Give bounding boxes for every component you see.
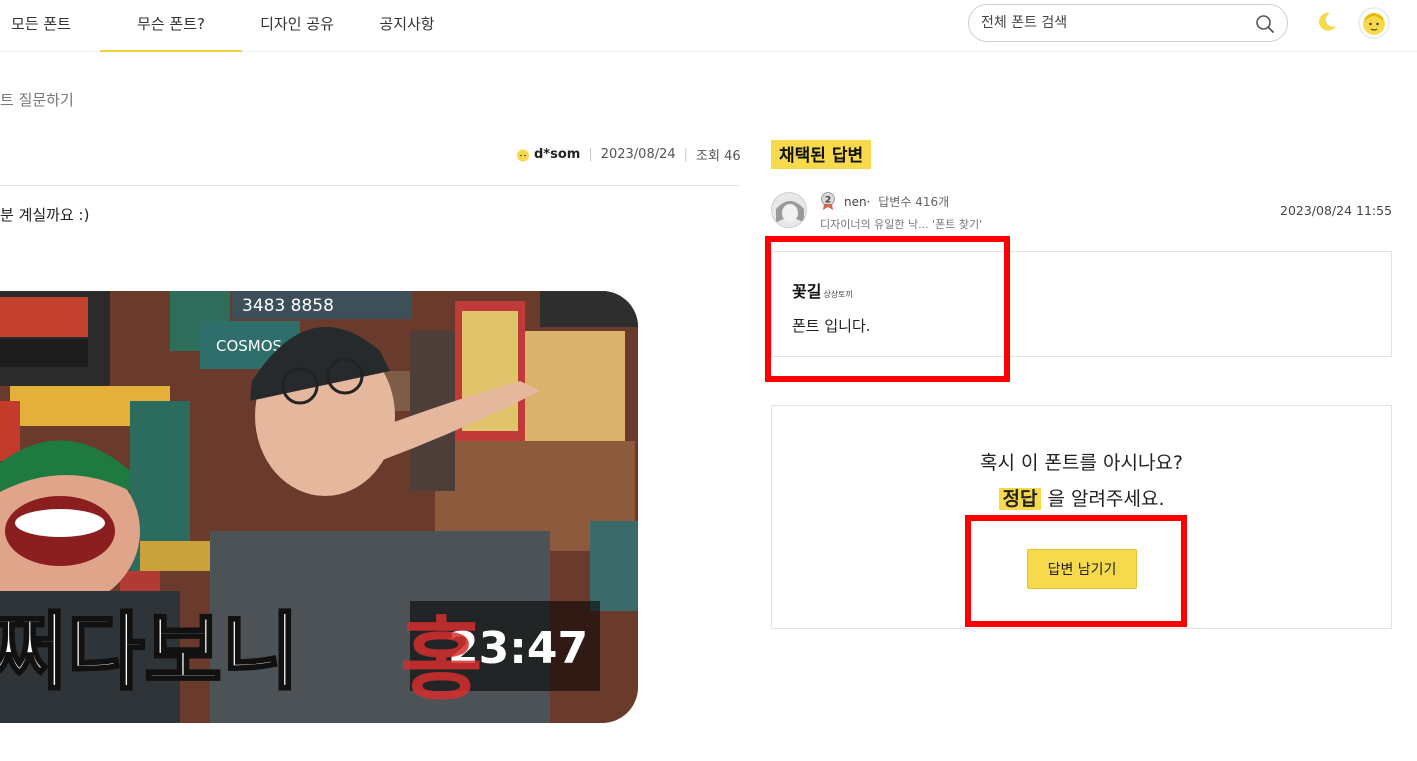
post-date: 2023/08/24 — [600, 147, 676, 162]
accepted-answer-title: 채택된 답변 — [771, 140, 872, 169]
user-avatar[interactable] — [1358, 7, 1390, 39]
search-input[interactable] — [981, 5, 1251, 41]
author-avatar-icon — [517, 149, 529, 161]
nav-all-fonts[interactable]: 모든 폰트 — [0, 0, 82, 52]
video-title-overlay: 쩌다보니 — [0, 603, 299, 701]
search-icon[interactable] — [1255, 14, 1275, 34]
meta-separator: | — [588, 147, 593, 162]
post-image: 3483 8858 COSMOS 23:47 쩌다보니 홍 — [0, 291, 638, 723]
post-divider — [0, 185, 740, 186]
prompt-question: 혹시 이 폰트를 아시나요? — [979, 452, 1183, 474]
rank-badge-icon: 2 — [821, 192, 835, 210]
meta-separator: | — [683, 147, 689, 162]
search-box — [968, 4, 1288, 42]
post-body-text: 분 계실까요 :) — [0, 206, 90, 224]
annotation-highlight-button — [965, 515, 1187, 627]
prompt-highlight: 정답 — [998, 488, 1042, 510]
answer-count: 답변수 416개 — [878, 195, 950, 209]
avatar-face-icon — [1363, 13, 1385, 35]
breadcrumb: 트 질문하기 — [0, 91, 74, 109]
post-author[interactable]: d*som — [534, 147, 580, 162]
dark-mode-moon-icon[interactable] — [1316, 11, 1338, 33]
annotation-highlight-answer — [765, 236, 1010, 382]
answerer-avatar-image — [772, 193, 806, 227]
sign-phone-text: 3483 8858 — [242, 296, 334, 316]
post-views: 조회 46 — [696, 149, 741, 164]
answerer-info: nen· 답변수 416개 — [844, 193, 949, 210]
nav-which-font[interactable]: 무슨 폰트? — [100, 0, 242, 52]
prompt-instruction-rest: 을 알려주세요. — [1041, 488, 1165, 510]
name-dot: · — [866, 195, 871, 209]
top-navigation-bar: 모든 폰트 무슨 폰트? 디자인 공유 공지사항 — [0, 0, 1417, 52]
answerer-name[interactable]: nen — [844, 195, 867, 209]
sign-cosmos-text: COSMOS — [216, 337, 282, 355]
nav-notice[interactable]: 공지사항 — [352, 0, 462, 52]
main-nav: 모든 폰트 무슨 폰트? 디자인 공유 공지사항 — [0, 0, 462, 52]
svg-text:홍: 홍 — [400, 608, 483, 713]
answer-date: 2023/08/24 11:55 — [1280, 203, 1393, 218]
prompt-instruction: 정답 을 알려주세요. — [772, 484, 1391, 511]
post-meta: d*som | 2023/08/24 | 조회 46 — [516, 145, 741, 164]
nav-design-share[interactable]: 디자인 공유 — [242, 0, 352, 52]
answerer-bio: 디자이너의 유일한 낙... '폰트 찾기' — [820, 218, 983, 231]
answerer-avatar[interactable] — [771, 192, 807, 228]
rank-number: 2 — [825, 196, 831, 206]
